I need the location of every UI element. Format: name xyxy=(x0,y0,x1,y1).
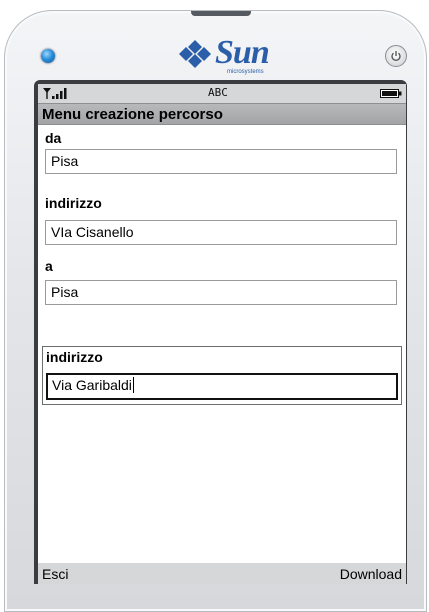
download-softkey[interactable]: Download xyxy=(340,566,402,582)
softkey-bar: Esci Download xyxy=(38,563,406,584)
device-screen: ABC Menu creazione percorso da Pisa indi… xyxy=(38,84,406,584)
from-address-label: indirizzo xyxy=(45,195,102,211)
text-caret xyxy=(132,377,134,393)
from-city-input[interactable]: Pisa xyxy=(45,149,397,174)
status-bar: ABC xyxy=(38,84,406,102)
to-address-label: indirizzo xyxy=(46,349,103,365)
exit-softkey[interactable]: Esci xyxy=(42,566,68,582)
sun-logo: Sun microsystems xyxy=(175,34,285,81)
signal-strength-icon xyxy=(43,88,67,99)
to-city-label: a xyxy=(45,258,53,274)
top-notch xyxy=(191,11,251,16)
screen-title: Menu creazione percorso xyxy=(42,106,223,123)
power-button[interactable] xyxy=(385,45,407,67)
to-address-input[interactable]: Via Garibaldi xyxy=(46,373,398,400)
to-address-value: Via Garibaldi xyxy=(52,377,132,393)
logo-subtitle: microsystems xyxy=(227,69,264,75)
screen-title-bar: Menu creazione percorso xyxy=(38,103,406,125)
focused-field-group: indirizzo Via Garibaldi xyxy=(42,346,402,405)
power-icon xyxy=(391,51,401,62)
from-address-input[interactable]: VIa Cisanello xyxy=(45,220,397,245)
status-led xyxy=(41,49,55,63)
to-city-input[interactable]: Pisa xyxy=(45,280,397,305)
from-city-label: da xyxy=(45,130,62,146)
battery-icon xyxy=(380,89,402,98)
sun-diamond-icon xyxy=(179,40,211,68)
logo-wordmark: Sun xyxy=(215,34,270,71)
input-mode-indicator: ABC xyxy=(208,86,228,99)
form-content: da Pisa indirizzo VIa Cisanello a Pisa i… xyxy=(38,125,406,563)
